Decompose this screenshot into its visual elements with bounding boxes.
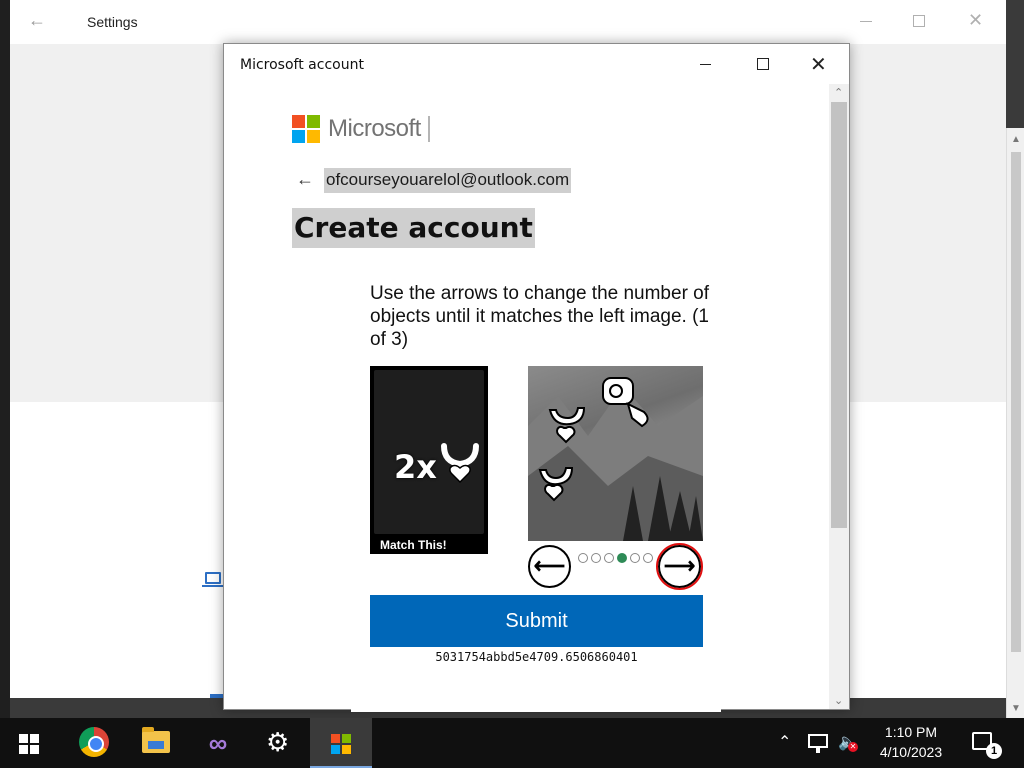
microsoft-wordmark: Microsoft bbox=[328, 115, 421, 142]
muted-badge: ✕ bbox=[848, 742, 858, 752]
notification-count: 1 bbox=[986, 743, 1002, 759]
arrow-right-icon: ⟶ bbox=[663, 553, 696, 578]
text-caret bbox=[428, 116, 430, 142]
dialog-title: Microsoft account bbox=[240, 57, 364, 73]
dialog-minimize-button[interactable] bbox=[694, 56, 718, 76]
clock-date: 4/10/2023 bbox=[879, 744, 943, 760]
target-caption: Match This! bbox=[380, 538, 447, 552]
back-arrow-icon[interactable]: ← bbox=[296, 169, 314, 190]
taskbar-visual-studio[interactable]: ∞ bbox=[186, 718, 248, 768]
session-id: 5031754abbd5e4709.6506860401 bbox=[435, 650, 638, 664]
scroll-thumb[interactable] bbox=[1011, 152, 1021, 652]
progress-dot bbox=[591, 553, 601, 563]
previous-button[interactable]: ⟵ bbox=[528, 545, 571, 588]
chevron-up-icon[interactable]: ⌃ bbox=[778, 732, 791, 752]
target-count: 2x bbox=[394, 448, 437, 486]
folder-icon bbox=[142, 727, 170, 753]
taskbar-microsoft-account[interactable] bbox=[310, 718, 372, 768]
gear-icon: ⚙ bbox=[266, 727, 290, 757]
scroll-up-icon[interactable]: ▲ bbox=[1011, 134, 1021, 145]
scroll-thumb[interactable] bbox=[831, 102, 847, 528]
progress-dot bbox=[643, 553, 653, 563]
settings-title: Settings bbox=[87, 14, 138, 30]
background-scrollbar[interactable]: ▲ ▼ bbox=[1006, 128, 1024, 718]
pendant-icon bbox=[441, 443, 479, 484]
email-identity: ofcourseyouarelol@outlook.com bbox=[324, 168, 572, 193]
chrome-icon bbox=[79, 727, 109, 757]
network-icon[interactable] bbox=[808, 734, 828, 753]
clock[interactable]: 1:10 PM 4/10/2023 bbox=[866, 722, 956, 762]
taskbar-chrome[interactable] bbox=[62, 718, 124, 768]
taskbar-settings[interactable]: ⚙ bbox=[248, 718, 310, 768]
dialog-close-button[interactable]: ✕ bbox=[810, 52, 827, 77]
next-button[interactable]: ⟶ bbox=[656, 543, 703, 590]
page-title: Create account bbox=[292, 208, 535, 248]
microsoft-account-dialog: Microsoft account ✕ ⌃ ⌄ Microsoft ← ofco… bbox=[223, 43, 850, 712]
dialog-scrollbar[interactable]: ⌃ ⌄ bbox=[829, 84, 849, 709]
clock-time: 1:10 PM bbox=[884, 724, 938, 740]
scroll-up-icon[interactable]: ⌃ bbox=[834, 86, 843, 99]
windows-logo-icon bbox=[19, 734, 39, 754]
close-button[interactable]: ✕ bbox=[968, 10, 983, 31]
submit-button[interactable]: Submit bbox=[370, 595, 703, 647]
captcha-answer-image bbox=[528, 366, 703, 541]
maximize-button[interactable] bbox=[913, 15, 925, 27]
desktop-background bbox=[0, 0, 10, 718]
dialog-maximize-button[interactable] bbox=[757, 58, 769, 70]
captcha-instruction: Use the arrows to change the number of o… bbox=[370, 283, 710, 350]
progress-dot bbox=[617, 553, 627, 563]
progress-dot bbox=[604, 553, 614, 563]
microsoft-logo-icon bbox=[331, 734, 351, 754]
mountain-scene-image bbox=[528, 377, 703, 541]
start-button[interactable] bbox=[0, 718, 62, 768]
scroll-down-icon[interactable]: ▼ bbox=[1011, 703, 1021, 714]
progress-dot bbox=[578, 553, 588, 563]
desktop: ← Settings ✕ ▲ ▼ Microsoft account ✕ ⌃ ⌄… bbox=[0, 0, 1024, 768]
captcha-panel: Use the arrows to change the number of o… bbox=[351, 258, 721, 712]
taskbar-file-explorer[interactable] bbox=[124, 718, 186, 768]
scroll-down-icon[interactable]: ⌄ bbox=[834, 694, 843, 707]
back-arrow-icon[interactable]: ← bbox=[28, 10, 46, 31]
settings-titlebar: ← Settings ✕ bbox=[10, 0, 1006, 44]
microsoft-logo-icon bbox=[292, 115, 321, 144]
taskbar: ∞ ⚙ ⌃ 🔈 ✕ 1:10 PM 4/10/2023 1 bbox=[0, 718, 1024, 768]
captcha-target-image: 2x Match This! bbox=[370, 366, 488, 554]
visual-studio-icon: ∞ bbox=[208, 728, 228, 758]
arrow-left-icon: ⟵ bbox=[533, 553, 566, 578]
progress-dot bbox=[630, 553, 640, 563]
minimize-button[interactable] bbox=[856, 12, 880, 32]
